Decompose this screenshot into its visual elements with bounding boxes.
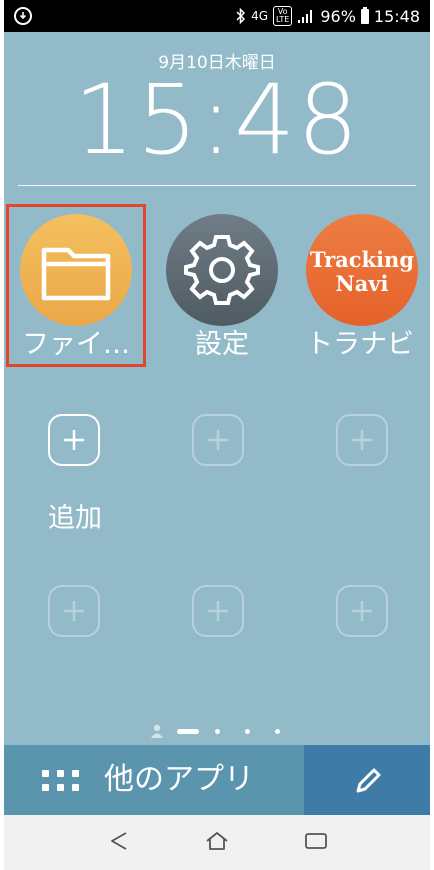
gear-shape bbox=[184, 235, 260, 305]
app-label: 設定 bbox=[195, 329, 249, 360]
lockscreen: 4G VoLTE 96% 15:48 9月10日木曜日 15:48 ファイ… bbox=[4, 0, 430, 870]
page-dot[interactable] bbox=[215, 729, 220, 734]
person-icon bbox=[151, 724, 163, 738]
add-app-button[interactable] bbox=[48, 414, 100, 466]
battery-icon bbox=[360, 6, 369, 24]
plus-icon bbox=[64, 601, 84, 621]
icon-text-line2: Navi bbox=[335, 271, 389, 296]
edit-button[interactable] bbox=[304, 745, 430, 815]
add-label: 追加 bbox=[48, 503, 102, 534]
recents-icon[interactable] bbox=[304, 830, 328, 852]
navigation-bar bbox=[4, 815, 430, 870]
app-settings[interactable]: 設定 bbox=[152, 204, 292, 367]
volte-icon: Vo LTE bbox=[273, 6, 293, 26]
app-label: トラナビ bbox=[306, 329, 414, 360]
empty-slot[interactable] bbox=[336, 585, 388, 637]
plus-icon bbox=[352, 430, 372, 450]
gear-icon bbox=[166, 214, 278, 326]
pencil-icon bbox=[356, 768, 381, 793]
tracking-navi-icon: Tracking Navi bbox=[306, 214, 418, 326]
signal-icon bbox=[298, 10, 313, 23]
other-apps-button[interactable]: 他のアプリ bbox=[4, 745, 304, 815]
back-icon[interactable] bbox=[108, 830, 130, 852]
plus-icon bbox=[352, 601, 372, 621]
plus-icon bbox=[208, 601, 228, 621]
home-icon[interactable] bbox=[204, 830, 230, 852]
download-notification-icon bbox=[14, 7, 32, 25]
apps-grid-icon bbox=[42, 770, 82, 792]
icon-text-line1: Tracking bbox=[309, 247, 415, 272]
app-label: ファイ… bbox=[22, 329, 130, 360]
other-apps-label: 他のアプリ bbox=[104, 762, 254, 797]
page-dot[interactable] bbox=[275, 729, 280, 734]
status-time: 15:48 bbox=[373, 6, 420, 26]
plus-icon bbox=[64, 430, 84, 450]
page-dot[interactable] bbox=[245, 729, 250, 734]
page-indicator bbox=[4, 724, 430, 738]
plus-icon bbox=[208, 430, 228, 450]
empty-slot[interactable] bbox=[48, 585, 100, 637]
status-bar: 4G Vo LTE 96% 15:48 bbox=[4, 0, 430, 32]
bottom-bar: 他のアプリ bbox=[4, 745, 430, 815]
app-tracking-navi[interactable]: Tracking Navi トラナビ bbox=[290, 204, 430, 367]
page-dot-current[interactable] bbox=[177, 729, 199, 734]
empty-slot[interactable] bbox=[336, 414, 388, 466]
bluetooth-icon bbox=[236, 8, 246, 24]
empty-slot[interactable] bbox=[192, 414, 244, 466]
divider bbox=[18, 185, 416, 186]
network-type: 4G bbox=[251, 9, 269, 23]
lockscreen-clock: 15:48 bbox=[73, 64, 361, 176]
battery-percent: 96% bbox=[320, 6, 356, 26]
app-files[interactable]: ファイ… bbox=[6, 204, 146, 367]
empty-slot[interactable] bbox=[192, 585, 244, 637]
folder-icon bbox=[20, 214, 132, 326]
